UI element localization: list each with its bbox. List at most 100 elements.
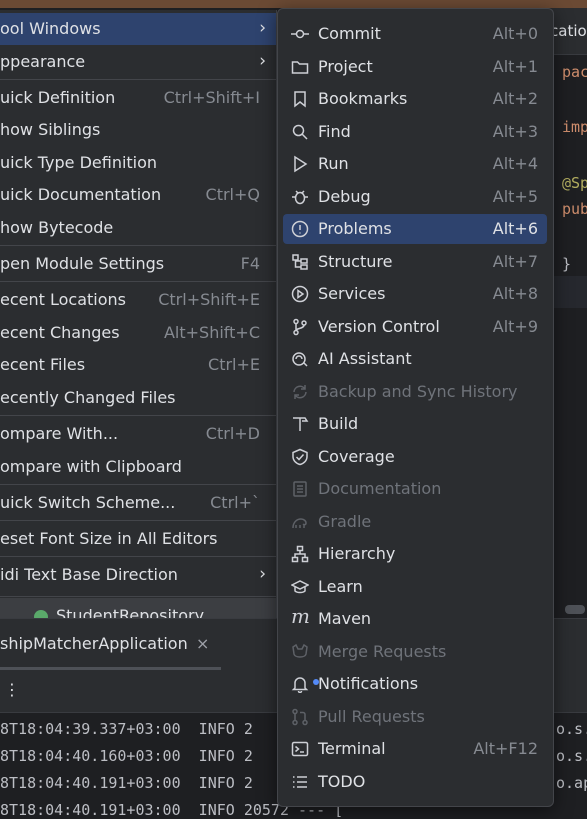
menu-item-label: Services xyxy=(318,284,386,303)
spring-bean-icon xyxy=(34,610,48,618)
menu-item-label: how Bytecode xyxy=(0,218,114,237)
menu-item-quick-switch-scheme[interactable]: uick Switch Scheme... Ctrl+` xyxy=(0,487,276,519)
menu-item-shortcut: Alt+7 xyxy=(492,252,538,271)
bug-icon xyxy=(291,188,309,206)
menu-item-compare-with[interactable]: ompare With... Ctrl+D xyxy=(0,418,276,450)
editor-scrollbar[interactable] xyxy=(565,605,585,614)
menu-item-backup-sync-history[interactable]: Backup and Sync History xyxy=(283,377,547,407)
menu-item-shortcut: Ctrl+Q xyxy=(205,185,260,204)
menu-item-quick-documentation[interactable]: uick Documentation Ctrl+Q xyxy=(0,179,276,211)
menu-item-label: Documentation xyxy=(318,479,442,498)
merge-icon xyxy=(291,643,309,661)
more-options-icon[interactable]: ⋮ xyxy=(4,680,20,699)
menu-item-quick-definition[interactable]: uick Definition Ctrl+Shift+I xyxy=(0,82,276,114)
menu-item-label: Project xyxy=(318,57,373,76)
log-line-tail: o.s.d xyxy=(556,720,587,738)
menu-item-label: Commit xyxy=(318,24,381,43)
menu-item-hierarchy[interactable]: Hierarchy xyxy=(283,539,547,569)
menu-item-label: eset Font Size in All Editors xyxy=(0,529,218,548)
menu-item-shortcut: Alt+2 xyxy=(492,89,538,108)
menu-item-pull-requests[interactable]: Pull Requests xyxy=(283,702,547,732)
learn-icon xyxy=(290,578,310,596)
run-tab[interactable]: shipMatcherApplication xyxy=(0,634,188,653)
menu-item-shortcut: Alt+1 xyxy=(492,57,538,76)
menu-item-todo[interactable]: TODO xyxy=(283,767,547,797)
menu-item-label: Structure xyxy=(318,252,393,271)
menu-item-find[interactable]: Find Alt+3 xyxy=(283,117,547,147)
editor-tab[interactable]: catio xyxy=(550,22,587,40)
menu-item-label: Notifications xyxy=(318,674,419,693)
close-icon[interactable]: × xyxy=(196,634,209,653)
menu-item-notifications[interactable]: Notifications xyxy=(283,669,547,699)
shield-icon xyxy=(291,448,309,466)
menu-item-label: ecent Changes xyxy=(0,323,120,342)
menu-item-tool-windows[interactable]: ool Windows › xyxy=(0,13,276,45)
menu-item-services[interactable]: Services Alt+8 xyxy=(283,279,547,309)
menu-separator xyxy=(0,245,276,246)
menu-item-label: Merge Requests xyxy=(318,642,447,661)
bell-icon xyxy=(291,675,319,694)
menu-item-recent-locations[interactable]: ecent Locations Ctrl+Shift+E xyxy=(0,284,276,316)
menu-item-quick-type-definition[interactable]: uick Type Definition xyxy=(0,147,276,179)
menu-item-build[interactable]: Build xyxy=(283,409,547,439)
menu-item-appearance[interactable]: ppearance › xyxy=(0,46,276,78)
menu-item-structure[interactable]: Structure Alt+7 xyxy=(283,247,547,277)
menu-item-ai-assistant[interactable]: AI Assistant xyxy=(283,344,547,374)
menu-item-recent-changes[interactable]: ecent Changes Alt+Shift+C xyxy=(0,317,276,349)
menu-item-label: Maven xyxy=(318,609,372,628)
chevron-right-icon: › xyxy=(259,51,266,71)
menu-item-merge-requests[interactable]: Merge Requests xyxy=(283,637,547,667)
menu-item-label: Pull Requests xyxy=(318,707,425,726)
pull-request-icon xyxy=(291,708,309,726)
code-line: } xyxy=(562,255,572,273)
run-icon xyxy=(291,155,309,173)
menu-item-bookmarks[interactable]: Bookmarks Alt+2 xyxy=(283,84,547,114)
menu-item-learn[interactable]: Learn xyxy=(283,572,547,602)
log-line: 8T18:04:39.337+03:00 INFO 2 xyxy=(0,720,253,738)
menu-item-show-siblings[interactable]: how Siblings xyxy=(0,114,276,146)
code-line: pub xyxy=(562,200,587,218)
menu-item-reset-font-size[interactable]: eset Font Size in All Editors xyxy=(0,523,276,555)
menu-item-label: how Siblings xyxy=(0,120,101,139)
menu-item-run[interactable]: Run Alt+4 xyxy=(283,149,547,179)
vcs-icon xyxy=(291,318,309,336)
menu-item-documentation[interactable]: Documentation xyxy=(283,474,547,504)
menu-item-label: ompare with Clipboard xyxy=(0,457,182,476)
menu-item-recently-changed-files[interactable]: ecently Changed Files xyxy=(0,382,276,414)
menu-item-label: AI Assistant xyxy=(318,349,412,368)
menu-item-compare-with-clipboard[interactable]: ompare with Clipboard xyxy=(0,451,276,483)
menu-item-shortcut: Alt+9 xyxy=(492,317,538,336)
menu-item-shortcut: Alt+3 xyxy=(492,122,538,141)
menu-item-label: ecent Locations xyxy=(0,290,126,309)
menu-item-show-bytecode[interactable]: how Bytecode xyxy=(0,212,276,244)
title-bar-strip xyxy=(0,0,587,8)
code-line: imp xyxy=(562,118,587,136)
menu-item-commit[interactable]: Commit Alt+0 xyxy=(283,19,547,49)
menu-item-label: Learn xyxy=(318,577,363,596)
chevron-right-icon: › xyxy=(259,18,266,38)
menu-item-recent-files[interactable]: ecent Files Ctrl+E xyxy=(0,349,276,381)
menu-item-label: pen Module Settings xyxy=(0,254,165,273)
menu-item-open-module-settings[interactable]: pen Module Settings F4 xyxy=(0,248,276,280)
menu-item-shortcut: Alt+0 xyxy=(492,24,538,43)
menu-item-bidi-text-direction[interactable]: idi Text Base Direction › xyxy=(0,559,276,591)
menu-item-label: uick Definition xyxy=(0,88,116,107)
hierarchy-icon xyxy=(291,545,309,563)
menu-item-label: uick Documentation xyxy=(0,185,162,204)
menu-item-gradle[interactable]: Gradle xyxy=(283,507,547,537)
menu-item-version-control[interactable]: Version Control Alt+9 xyxy=(283,312,547,342)
menu-item-coverage[interactable]: Coverage xyxy=(283,442,547,472)
menu-item-shortcut: Alt+F12 xyxy=(473,739,538,758)
menu-item-terminal[interactable]: Terminal Alt+F12 xyxy=(283,734,547,764)
menu-item-debug[interactable]: Debug Alt+5 xyxy=(283,182,547,212)
menu-item-project[interactable]: Project Alt+1 xyxy=(283,52,547,82)
menu-item-label: Terminal xyxy=(318,739,386,758)
menu-item-maven[interactable]: m Maven xyxy=(283,604,547,634)
menu-item-problems[interactable]: Problems Alt+6 xyxy=(283,214,547,244)
menu-item-label: idi Text Base Direction xyxy=(0,565,178,584)
partial-list-item[interactable]: StudentRepository xyxy=(0,598,276,618)
menu-separator xyxy=(0,484,276,485)
menu-item-label: Backup and Sync History xyxy=(318,382,518,401)
menu-item-shortcut: Alt+8 xyxy=(492,284,538,303)
menu-item-shortcut: Ctrl+` xyxy=(210,493,260,512)
